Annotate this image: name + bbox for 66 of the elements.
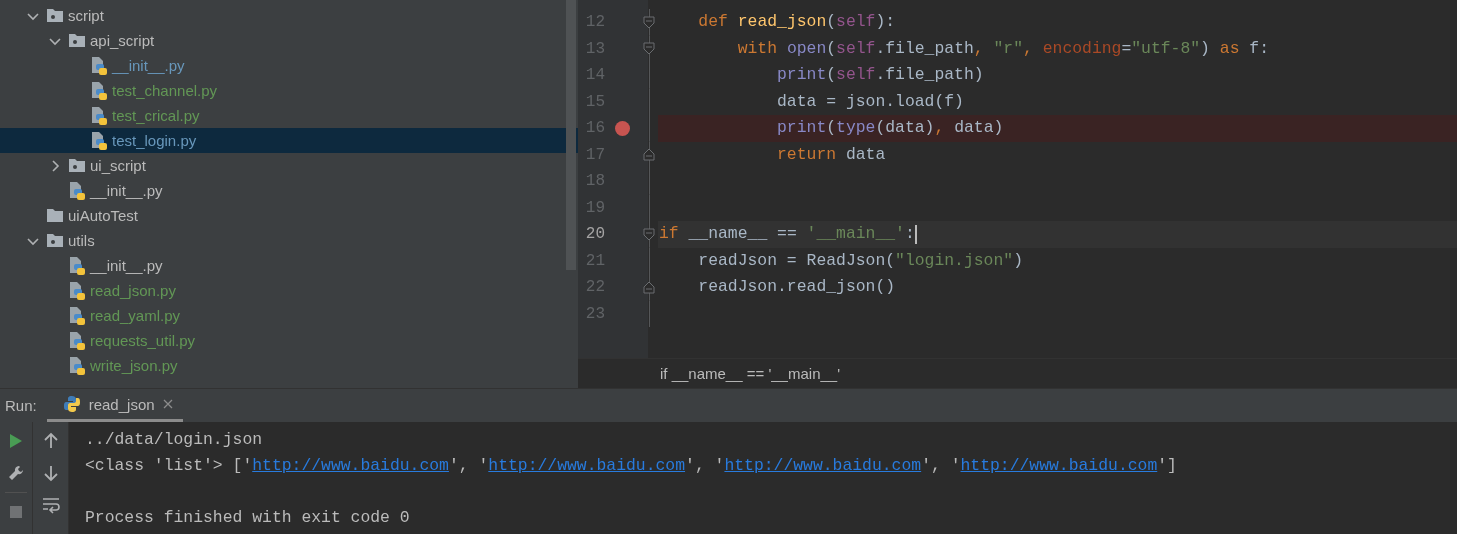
console-text: ../data/login.json [85, 430, 263, 449]
python-file-icon [68, 180, 86, 201]
tree-item[interactable]: test_crical.py [0, 103, 578, 128]
code-line: return data [776, 144, 886, 165]
python-file-icon [90, 130, 108, 151]
link[interactable]: http://www.baidu.com [960, 456, 1158, 475]
python-file-icon [90, 105, 108, 126]
python-file-icon [68, 305, 86, 326]
fold-icon[interactable] [643, 227, 655, 241]
tree-item[interactable]: read_yaml.py [0, 303, 578, 328]
line-number: 20 [584, 224, 605, 245]
console-text: ', ' [685, 456, 725, 475]
python-file-icon [90, 80, 108, 101]
code-line: if __name__ == '__main__': [659, 224, 915, 245]
python-file-icon [68, 330, 86, 351]
code-line: readJson.read_json() [697, 277, 896, 298]
fold-icon[interactable] [643, 15, 655, 29]
fold-icon[interactable] [643, 42, 655, 56]
tree-item[interactable]: write_json.py [0, 353, 578, 378]
code-line: def read_json(self): [697, 12, 896, 33]
console-text: ', ' [921, 456, 961, 475]
python-file-icon [68, 280, 86, 301]
tree-item[interactable]: __init__.py [0, 53, 578, 78]
fold-icon[interactable] [643, 280, 655, 294]
tree-item[interactable]: uiAutoTest [0, 203, 578, 228]
breakpoint-icon[interactable] [615, 120, 630, 136]
folder-icon [68, 158, 86, 173]
python-file-icon [90, 55, 108, 76]
soft-wrap-icon[interactable] [41, 496, 60, 514]
code-line: readJson = ReadJson("login.json") [697, 250, 1023, 271]
tree-item[interactable]: requests_util.py [0, 328, 578, 353]
wrench-icon[interactable] [7, 464, 25, 482]
tree-item[interactable]: script [0, 3, 578, 28]
tree-item[interactable]: read_json.py [0, 278, 578, 303]
panel-title: Run: [4, 396, 38, 416]
tree-item[interactable]: api_script [0, 28, 578, 53]
fold-icon[interactable] [643, 148, 655, 162]
console-text: Process finished with exit code 0 [85, 508, 410, 527]
link[interactable]: http://www.baidu.com [488, 456, 686, 475]
chevron-icon[interactable] [49, 159, 61, 172]
tree-item[interactable]: test_login.py [0, 128, 578, 153]
link[interactable]: http://www.baidu.com [724, 456, 922, 475]
tree-item[interactable]: __init__.py [0, 253, 578, 278]
console-text: '] [1157, 456, 1177, 475]
folder-icon [68, 33, 86, 48]
close-icon[interactable] [162, 399, 173, 409]
scrollbar[interactable] [566, 0, 576, 270]
folder-icon [46, 8, 64, 23]
python-file-icon [68, 255, 86, 276]
code-line: with open(self.file_path, "r", encoding="utf-8") as f: [736, 38, 1269, 59]
down-arrow-icon[interactable] [41, 464, 60, 482]
tree-item[interactable]: test_channel.py [0, 78, 578, 103]
code-line: print(self.file_path) [776, 65, 984, 86]
tree-item[interactable]: ui_script [0, 153, 578, 178]
console-text: <class 'list'> [' [85, 456, 253, 475]
console-text: ', ' [448, 456, 489, 475]
code-line: print(type(data), data) [776, 118, 1004, 139]
code-line: data = json.load(f) [776, 91, 964, 112]
breadcrumb[interactable]: if __name__ == '__main__' [660, 365, 841, 382]
tree-item[interactable]: __init__.py [0, 178, 578, 203]
folder-icon [46, 233, 64, 248]
python-icon [62, 395, 81, 413]
folder-icon [46, 208, 64, 223]
python-file-icon [68, 355, 86, 376]
tree-item[interactable]: utils [0, 228, 578, 253]
link[interactable]: http://www.baidu.com [252, 456, 449, 475]
